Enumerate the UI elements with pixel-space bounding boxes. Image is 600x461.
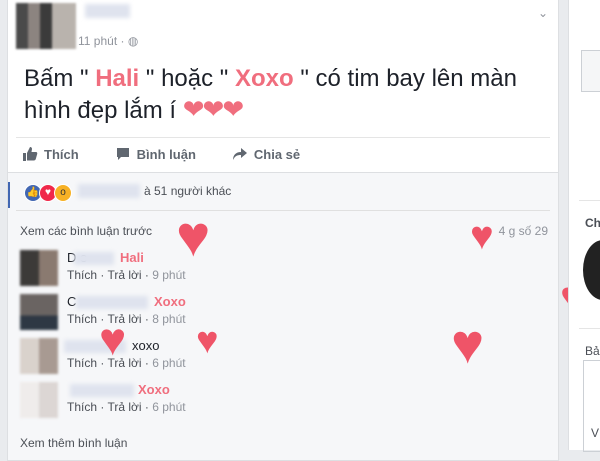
floating-heart-icon: ♥ [196, 320, 219, 362]
commenter-name-fragment[interactable]: C [67, 294, 76, 309]
comment-text: Hali [120, 250, 144, 265]
chevron-down-icon[interactable]: ⌄ [538, 6, 548, 20]
comment-time[interactable]: 9 phút [152, 268, 185, 282]
globe-icon: ◍ [127, 34, 139, 48]
keyword-xoxo: Xoxo [234, 65, 294, 92]
comment-item: Xoxo Thích · Trả lời · 6 phút [20, 382, 540, 422]
divider [16, 137, 550, 138]
floating-heart-icon: ♥ [451, 312, 485, 375]
comment-reply-link[interactable]: Trả lời [107, 400, 141, 414]
comment-icon [116, 148, 129, 160]
view-previous-comments-link[interactable]: Xem các bình luận trước [20, 224, 152, 238]
commenter-name-blurred[interactable] [70, 384, 134, 397]
comment-like-link[interactable]: Thích [67, 268, 97, 282]
comment-text: xoxo [132, 338, 160, 353]
comment-text: Xoxo [138, 382, 170, 397]
commenter-name-blurred[interactable] [74, 252, 114, 265]
poster-avatar[interactable] [16, 3, 76, 49]
comment-like-link[interactable]: Thích [67, 312, 97, 326]
comment-like-link[interactable]: Thích [67, 400, 97, 414]
poster-name-blurred[interactable] [85, 4, 130, 18]
comment-time[interactable]: 8 phút [152, 312, 185, 326]
commenter-avatar[interactable] [20, 294, 58, 330]
divider [16, 210, 550, 211]
sidebar-avatar[interactable] [583, 240, 600, 300]
comment-text: Xoxo [154, 294, 186, 309]
sidebar-label: V [591, 426, 600, 440]
post-actions: Thích Bình luận Chia sẻ [22, 143, 336, 165]
reaction-indicator [8, 182, 10, 208]
comment-actions: Thích · Trả lời · 6 phút [67, 400, 186, 414]
comment-time[interactable]: 6 phút [152, 356, 185, 370]
post-text: Bấm " Hali " hoặc " Xoxo " có tim bay lê… [24, 64, 544, 126]
comment-button[interactable]: Bình luận [115, 143, 196, 165]
like-label: Thích [44, 146, 79, 162]
sidebar-label: Ch [585, 216, 600, 230]
dot-separator: · [120, 34, 128, 48]
sidebar-label: Bả [585, 344, 600, 358]
sidebar-widget[interactable] [581, 50, 600, 92]
comment-time[interactable]: 6 phút [152, 400, 185, 414]
post-text-part: " hoặc " [139, 65, 235, 92]
commenter-avatar[interactable] [20, 382, 58, 418]
right-sidebar: Ch Bả V [568, 0, 600, 452]
floating-heart-icon: ♥ [470, 214, 494, 258]
floating-heart-icon: ♥ [99, 313, 127, 365]
divider [579, 328, 600, 329]
thumbs-up-icon [23, 147, 38, 161]
comment-count: 4 g số 29 [498, 224, 548, 238]
comment-like-link[interactable]: Thích [67, 356, 97, 370]
comment-item: D e Hali Thích · Trả lời · 9 phút [20, 250, 540, 290]
reaction-count-text[interactable]: à 51 người khác [144, 184, 231, 198]
comment-label: Bình luận [136, 146, 196, 162]
share-icon [232, 148, 247, 160]
post-text-part: Bấm " [24, 65, 96, 92]
keyword-hali: Hali [95, 65, 140, 92]
post-meta: 11 phút · ◍ [78, 34, 138, 48]
wow-reaction-icon: o [54, 184, 72, 202]
commenter-name-blurred[interactable] [76, 296, 148, 309]
like-button[interactable]: Thích [22, 143, 79, 165]
share-label: Chia sẻ [253, 146, 301, 162]
view-more-comments-link[interactable]: Xem thêm bình luận [20, 436, 127, 450]
reactions-row[interactable]: 👍 ♥ o à 51 người khác [8, 172, 558, 212]
commenter-avatar[interactable] [20, 338, 58, 374]
divider [579, 200, 600, 201]
share-button[interactable]: Chia sẻ [232, 143, 300, 165]
reactor-name-blurred[interactable] [78, 184, 140, 198]
commenter-avatar[interactable] [20, 250, 58, 286]
heart-emojis: ❤❤❤ [182, 94, 244, 124]
comment-reply-link[interactable]: Trả lời [107, 268, 141, 282]
post-time[interactable]: 11 phút [78, 34, 117, 48]
comment-actions: Thích · Trả lời · 9 phút [67, 268, 186, 282]
floating-heart-icon: ♥ [176, 204, 211, 269]
